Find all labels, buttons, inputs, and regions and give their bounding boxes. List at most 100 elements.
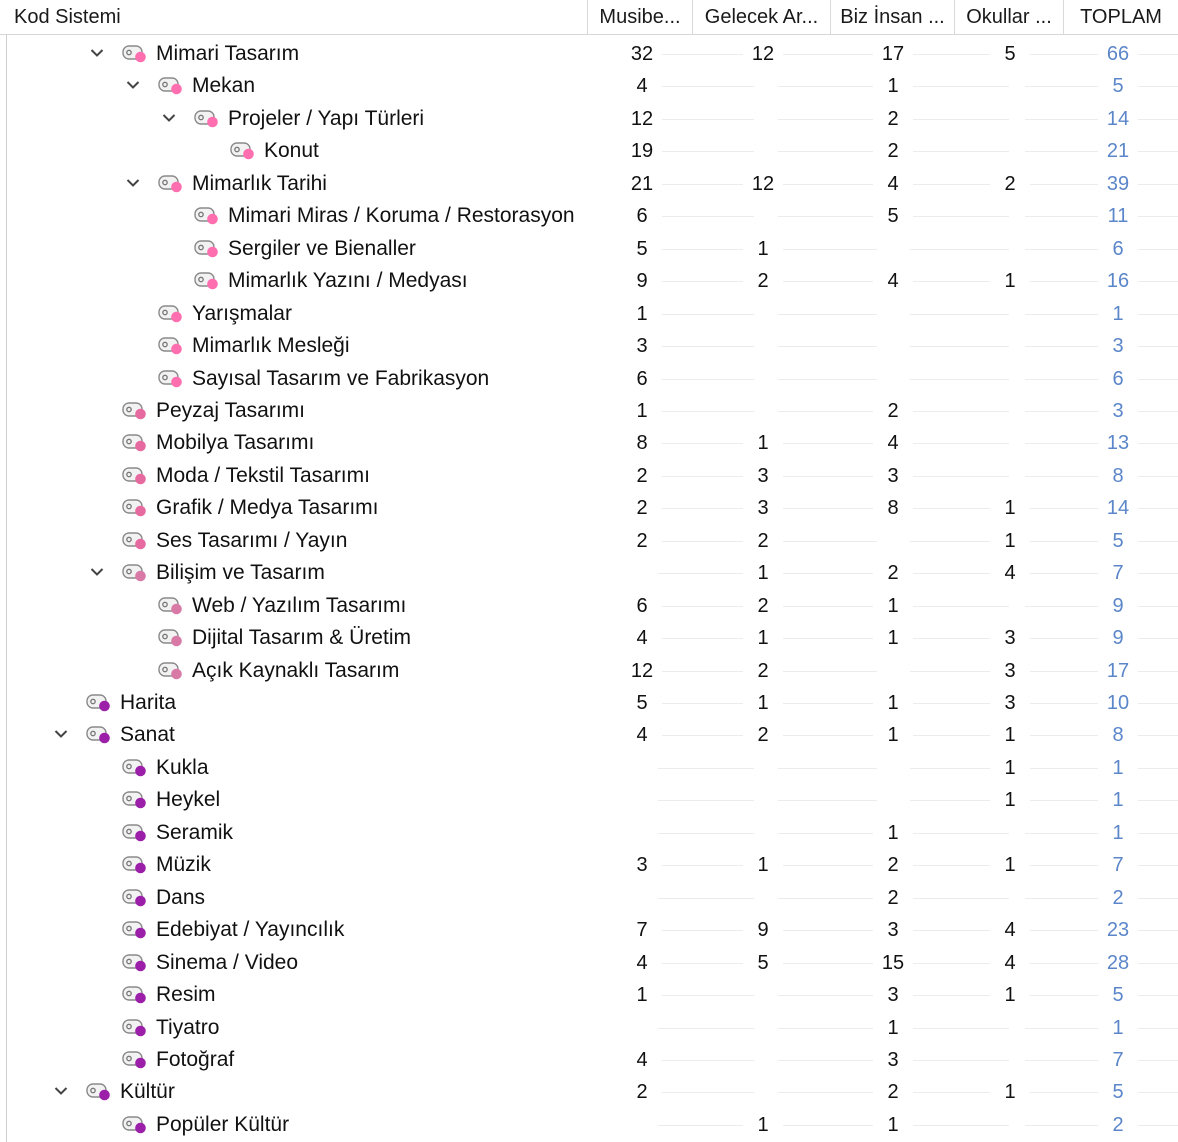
total-cell[interactable]: 5	[1098, 70, 1138, 103]
count-cell: 1	[873, 719, 913, 752]
count-cell: 4	[990, 946, 1030, 979]
total-cell[interactable]: 16	[1098, 265, 1138, 298]
chevron-down-icon[interactable]	[90, 47, 104, 59]
column-header-okullar[interactable]: Okullar ...	[955, 0, 1064, 34]
total-cell[interactable]: 5	[1098, 524, 1138, 557]
total-cell[interactable]: 17	[1098, 654, 1138, 687]
row-gridline	[658, 443, 754, 445]
total-cell[interactable]: 7	[1098, 557, 1138, 590]
total-cell[interactable]: 23	[1098, 914, 1138, 947]
tree-row[interactable]: Bilişim ve Tasarım 1 2 4 7	[0, 557, 1178, 590]
tree-row[interactable]: Mimari Tasarım 32 12 17 5 66	[0, 38, 1178, 70]
total-cell[interactable]: 13	[1098, 427, 1138, 460]
tree-row[interactable]: Sinema / Video 4 5 15 4 28	[0, 946, 1178, 979]
total-cell[interactable]: 1	[1098, 297, 1138, 330]
row-gridline	[1133, 248, 1178, 250]
row-gridline	[1133, 216, 1178, 218]
total-cell[interactable]: 6	[1098, 362, 1138, 395]
column-header-gelecek[interactable]: Gelecek Ar...	[693, 0, 831, 34]
tree-row[interactable]: Projeler / Yapı Türleri 12 2 14	[0, 102, 1178, 135]
tree-row[interactable]: Mekan 4 1 5	[0, 70, 1178, 103]
total-cell[interactable]: 3	[1098, 330, 1138, 363]
tree-row[interactable]: Mimarlık Mesleği 3 3	[0, 330, 1178, 363]
total-cell[interactable]: 2	[1098, 1108, 1138, 1141]
total-cell[interactable]: 1	[1098, 816, 1138, 849]
row-gridline	[778, 443, 877, 445]
tree-row[interactable]: Heykel 1 1	[0, 784, 1178, 817]
tree-row[interactable]: Web / Yazılım Tasarımı 6 2 1 9	[0, 589, 1178, 622]
tree-row[interactable]: Resim 1 3 1 5	[0, 979, 1178, 1012]
total-cell[interactable]: 2	[1098, 881, 1138, 914]
tree-row[interactable]: Peyzaj Tasarımı 1 2 3	[0, 394, 1178, 427]
count-cell: 2	[990, 167, 1030, 200]
tree-row[interactable]: Dans 2 2	[0, 881, 1178, 914]
total-cell[interactable]: 11	[1098, 200, 1138, 233]
total-cell[interactable]: 5	[1098, 1076, 1138, 1109]
total-cell[interactable]: 7	[1098, 849, 1138, 882]
chevron-down-icon[interactable]	[54, 728, 68, 740]
tree-row[interactable]: Fotoğraf 4 3 7	[0, 1043, 1178, 1076]
tree-row[interactable]: Edebiyat / Yayıncılık 7 9 3 4 23	[0, 914, 1178, 947]
count-cell: 2	[873, 881, 913, 914]
count-cell: 2	[743, 589, 783, 622]
chevron-down-icon[interactable]	[126, 79, 140, 91]
tree-row[interactable]: Ses Tasarımı / Yayın 2 2 1 5	[0, 524, 1178, 557]
total-cell[interactable]: 3	[1098, 394, 1138, 427]
tree-row[interactable]: Müzik 3 1 2 1 7	[0, 849, 1178, 882]
total-cell[interactable]: 8	[1098, 459, 1138, 492]
total-cell[interactable]: 10	[1098, 687, 1138, 719]
tree-row[interactable]: Tiyatro 1 1	[0, 1011, 1178, 1044]
column-header-musibe[interactable]: Musibe...	[588, 0, 693, 34]
tree-row[interactable]: Kukla 1 1	[0, 751, 1178, 784]
tree-row[interactable]: Kültür 2 2 1 5	[0, 1076, 1178, 1109]
tree-row[interactable]: Popüler Kültür 1 1 2	[0, 1108, 1178, 1141]
chevron-down-icon[interactable]	[54, 1085, 68, 1097]
total-cell[interactable]: 9	[1098, 622, 1138, 655]
tree-row[interactable]: Sergiler ve Bienaller 5 1 6	[0, 232, 1178, 265]
tree-row[interactable]: Grafik / Medya Tasarımı 2 3 8 1 14	[0, 492, 1178, 525]
total-cell[interactable]: 21	[1098, 135, 1138, 168]
tree-row[interactable]: Konut 19 2 21	[0, 135, 1178, 168]
total-cell[interactable]: 28	[1098, 946, 1138, 979]
tree-row[interactable]: Dijital Tasarım & Üretim 4 1 1 3 9	[0, 622, 1178, 655]
column-header-toplam[interactable]: TOPLAM	[1064, 0, 1178, 34]
total-cell[interactable]: 66	[1098, 38, 1138, 70]
tree-row[interactable]: Harita 5 1 1 3 10	[0, 687, 1178, 719]
row-gridline	[778, 767, 877, 769]
total-cell[interactable]: 14	[1098, 102, 1138, 135]
chevron-down-icon[interactable]	[162, 112, 176, 124]
count-cell: 4	[622, 719, 662, 752]
count-cell: 15	[873, 946, 913, 979]
column-header-biz-insan[interactable]: Biz İnsan ...	[831, 0, 955, 34]
tree-row[interactable]: Seramik 1 1	[0, 816, 1178, 849]
total-cell[interactable]: 6	[1098, 232, 1138, 265]
code-label: Mobilya Tasarımı	[156, 431, 315, 455]
total-cell[interactable]: 1	[1098, 1011, 1138, 1044]
code-label: Yarışmalar	[192, 301, 292, 325]
total-cell[interactable]: 39	[1098, 167, 1138, 200]
total-cell[interactable]: 8	[1098, 719, 1138, 752]
count-cell: 4	[873, 167, 913, 200]
code-label: Heykel	[156, 788, 221, 812]
total-cell[interactable]: 5	[1098, 979, 1138, 1012]
code-tag-icon	[158, 76, 184, 96]
total-cell[interactable]: 1	[1098, 751, 1138, 784]
tree-row[interactable]: Yarışmalar 1 1	[0, 297, 1178, 330]
tree-row[interactable]: Mimari Miras / Koruma / Restorasyon 6 5 11	[0, 200, 1178, 233]
total-cell[interactable]: 1	[1098, 784, 1138, 817]
code-label: Mimarlık Mesleği	[192, 334, 350, 358]
tree-row[interactable]: Mobilya Tasarımı 8 1 4 13	[0, 427, 1178, 460]
row-gridline	[1133, 962, 1178, 964]
total-cell[interactable]: 7	[1098, 1043, 1138, 1076]
chevron-down-icon[interactable]	[90, 566, 104, 578]
tree-row[interactable]: Mimarlık Tarihi 21 12 4 2 39	[0, 167, 1178, 200]
tree-row[interactable]: Moda / Tekstil Tasarımı 2 3 3 8	[0, 459, 1178, 492]
tree-row[interactable]: Sanat 4 2 1 1 8	[0, 719, 1178, 752]
tree-row[interactable]: Sayısal Tasarım ve Fabrikasyon 6 6	[0, 362, 1178, 395]
tree-row[interactable]: Mimarlık Yazını / Medyası 9 2 4 1 16	[0, 265, 1178, 298]
total-cell[interactable]: 9	[1098, 589, 1138, 622]
column-header-code-system[interactable]: Kod Sistemi	[0, 0, 588, 34]
total-cell[interactable]: 14	[1098, 492, 1138, 525]
chevron-down-icon[interactable]	[126, 177, 140, 189]
tree-row[interactable]: Açık Kaynaklı Tasarım 12 2 3 17	[0, 654, 1178, 687]
